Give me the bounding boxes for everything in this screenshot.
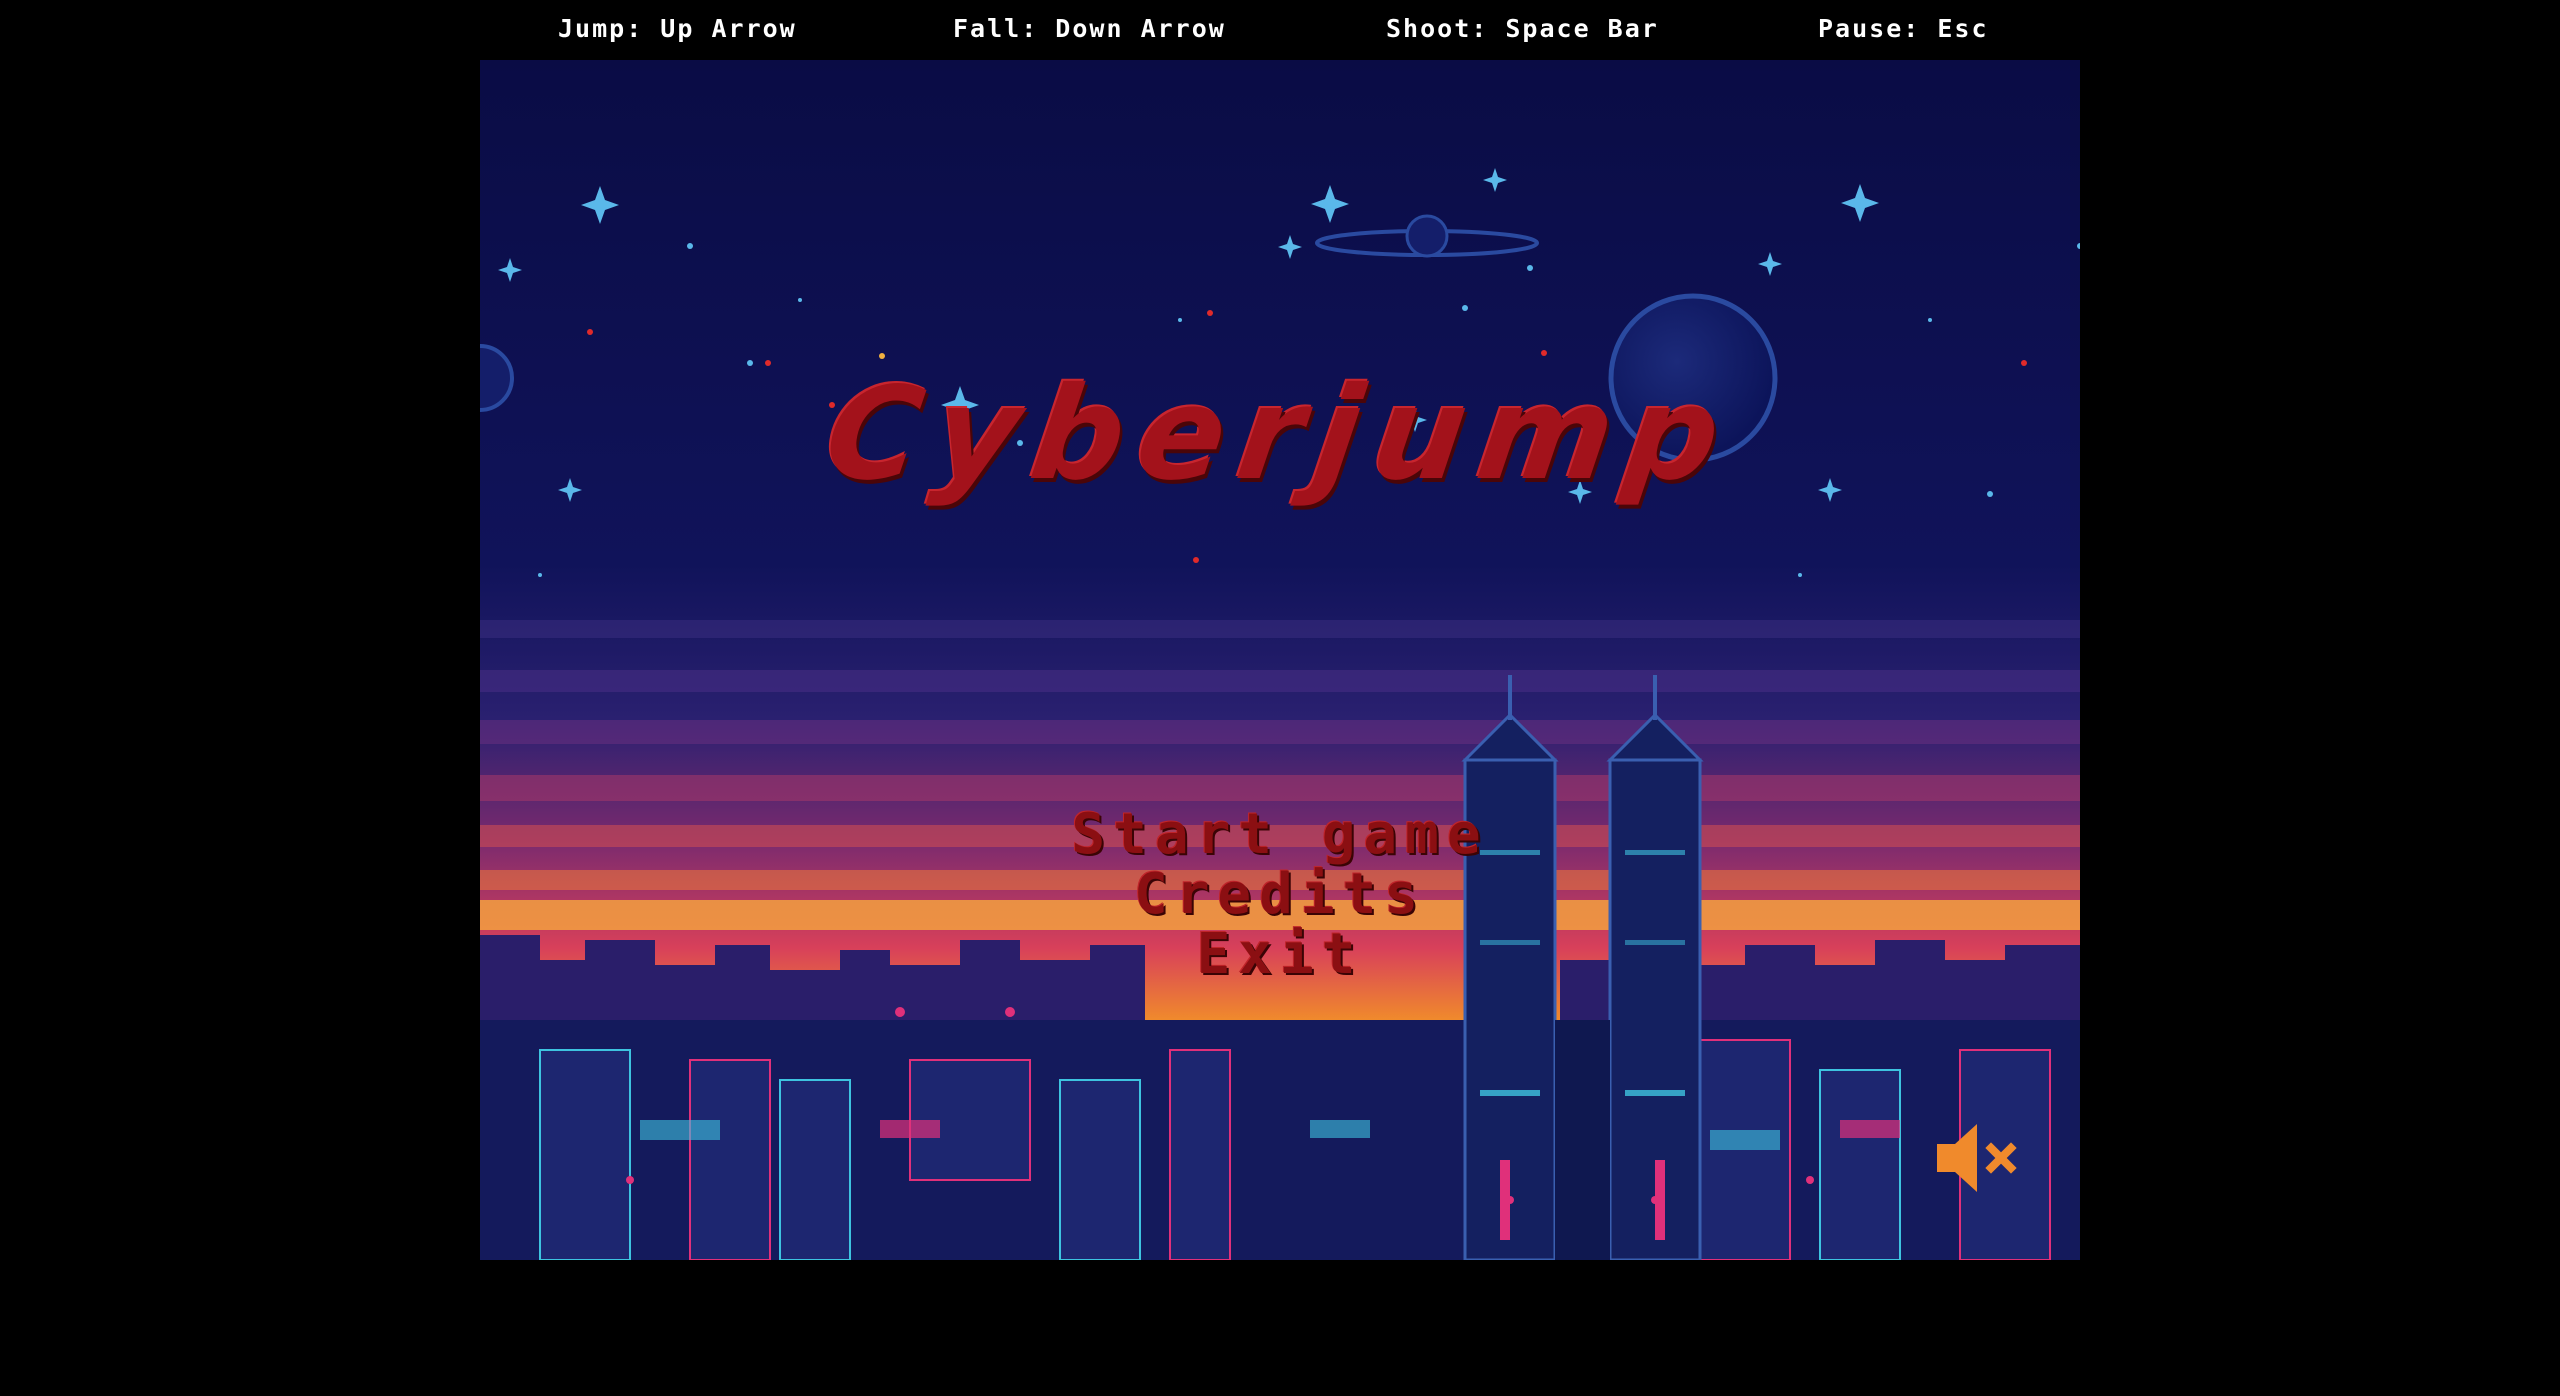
start-game-button[interactable]: Start game: [480, 805, 2080, 865]
exit-button[interactable]: Exit: [480, 925, 2080, 985]
fall-control-hint: Fall: Down Arrow: [953, 14, 1226, 43]
shoot-control-hint: Shoot: Space Bar: [1386, 14, 1659, 43]
credits-button[interactable]: Credits: [480, 865, 2080, 925]
near-buildings: [480, 1020, 2080, 1260]
city-background-scene: [480, 60, 2080, 1260]
jump-control-hint: Jump: Up Arrow: [558, 14, 797, 43]
main-menu: Start game Credits Exit: [480, 805, 2080, 985]
speaker-muted-icon: [1937, 1124, 2017, 1192]
game-title: Cyberjump: [817, 360, 1743, 509]
controls-bar: Jump: Up Arrow Fall: Down Arrow Shoot: S…: [0, 0, 2560, 58]
game-canvas[interactable]: Cyberjump Start game Credits Exit: [480, 60, 2080, 1260]
sound-toggle-button[interactable]: [1935, 1118, 2025, 1198]
pause-control-hint: Pause: Esc: [1818, 14, 1989, 43]
